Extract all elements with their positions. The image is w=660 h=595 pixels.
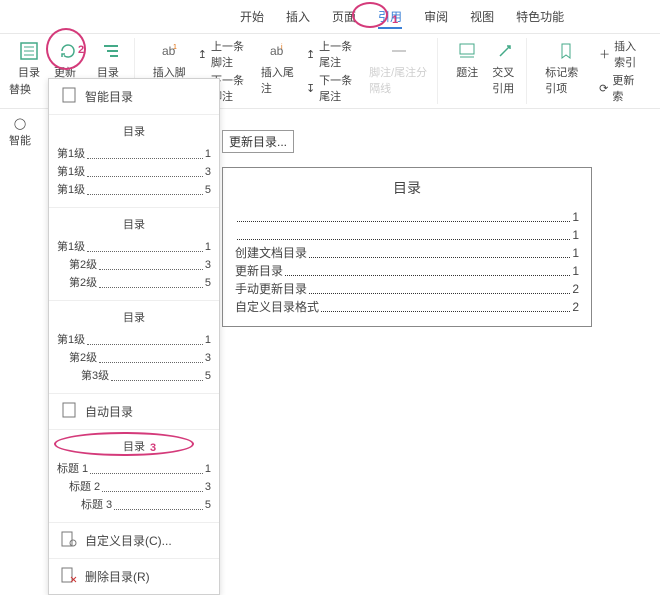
- caption-icon: [456, 40, 478, 62]
- auto-toc-header: 自动目录: [49, 394, 219, 430]
- tab-开始[interactable]: 开始: [240, 6, 264, 29]
- toc-dropdown-button[interactable]: 目录: [16, 38, 42, 82]
- tab-审阅[interactable]: 审阅: [424, 6, 448, 29]
- toc-heading: 目录: [235, 178, 579, 198]
- update-toc-hint[interactable]: 更新目录...: [222, 130, 294, 153]
- toc-preview-line: 第1级1: [57, 145, 211, 163]
- toc-entry[interactable]: 自定义目录格式2: [235, 298, 579, 316]
- plus-icon: ＋: [599, 46, 610, 62]
- doc-icon: [59, 400, 79, 423]
- tab-插入[interactable]: 插入: [286, 6, 310, 29]
- toc-entry[interactable]: 创建文档目录1: [235, 244, 579, 262]
- toc-entry[interactable]: 手动更新目录2: [235, 280, 579, 298]
- toc-entry[interactable]: 1: [235, 226, 579, 244]
- custom-toc-item[interactable]: 自定义目录(C)...: [49, 523, 219, 558]
- tab-引用[interactable]: 引用: [378, 6, 402, 29]
- crossref-icon: [494, 40, 516, 62]
- prev-endnote-button[interactable]: ↥上一条尾注: [306, 38, 357, 70]
- up-arrow-icon: ↥: [198, 48, 207, 61]
- replace-label: 替换: [9, 81, 31, 97]
- gear-doc-icon: [59, 529, 79, 552]
- toc-style-4[interactable]: 目录 标题 11标题 23标题 35: [49, 430, 219, 523]
- down-arrow-icon: ↧: [306, 82, 315, 95]
- toc-dropdown-menu: 智能目录 目录 第1级1第1级3第1级5 目录 第1级1第2级3第2级5 目录 …: [48, 78, 220, 595]
- mark-index-button[interactable]: 标记索引项: [543, 38, 589, 98]
- update-index-button: ⟳更新索: [599, 72, 644, 104]
- toc-entry[interactable]: 更新目录1: [235, 262, 579, 280]
- svg-text:1: 1: [173, 44, 177, 51]
- insert-endnote-button[interactable]: abi 插入尾注: [259, 38, 296, 98]
- toc-preview-line: 第2级3: [69, 256, 211, 274]
- next-endnote-button[interactable]: ↧下一条尾注: [306, 72, 357, 104]
- delete-toc-item[interactable]: 删除目录(R): [49, 558, 219, 594]
- toc-entry[interactable]: 1: [235, 208, 579, 226]
- toc-preview-line: 第3级5: [81, 367, 211, 385]
- toc-field[interactable]: 目录 11创建文档目录1更新目录1手动更新目录2自定义目录格式2: [222, 167, 592, 327]
- footnote-insert-icon: ab1: [158, 40, 180, 62]
- smart-toggle[interactable]: ◯智能: [9, 117, 31, 148]
- tab-页面[interactable]: 页面: [332, 6, 356, 29]
- toc-preview-line: 第1级5: [57, 181, 211, 199]
- up-arrow-icon: ↥: [306, 48, 315, 61]
- cross-reference-button[interactable]: 交叉引用: [490, 38, 520, 98]
- toc-preview-line: 标题 11: [57, 460, 211, 478]
- toc-preview-line: 第1级1: [57, 331, 211, 349]
- tab-视图[interactable]: 视图: [470, 6, 494, 29]
- toc-preview-line: 标题 35: [81, 496, 211, 514]
- toc-icon: [18, 40, 40, 62]
- insert-index-button[interactable]: ＋插入索引: [599, 38, 644, 70]
- bookmark-icon: [555, 40, 577, 62]
- smart-toc-header: 智能目录: [49, 79, 219, 115]
- prev-footnote-button[interactable]: ↥上一条脚注: [198, 38, 249, 70]
- toc-style-1[interactable]: 目录 第1级1第1级3第1级5: [49, 115, 219, 208]
- toc-preview-line: 第1级3: [57, 163, 211, 181]
- refresh-icon: [57, 40, 79, 62]
- toc-preview-line: 第2级3: [69, 349, 211, 367]
- toc-style-2[interactable]: 目录 第1级1第2级3第2级5: [49, 208, 219, 301]
- caption-button[interactable]: 题注: [454, 38, 480, 82]
- toc-preview-line: 标题 23: [69, 478, 211, 496]
- toc-preview-line: 第2级5: [69, 274, 211, 292]
- tab-特色功能[interactable]: 特色功能: [516, 6, 564, 29]
- toggle-icon: ◯: [14, 117, 26, 130]
- refresh-small-icon: ⟳: [599, 82, 608, 95]
- doc-icon: [59, 85, 79, 108]
- note-separator-button: 脚注/尾注分隔线: [367, 38, 431, 98]
- endnote-insert-icon: abi: [266, 40, 288, 62]
- toc-preview-line: 第1级1: [57, 238, 211, 256]
- delete-doc-icon: [59, 565, 79, 588]
- toc-style-3[interactable]: 目录 第1级1第2级3第3级5: [49, 301, 219, 394]
- level-icon: [100, 40, 122, 62]
- separator-icon: [388, 40, 410, 62]
